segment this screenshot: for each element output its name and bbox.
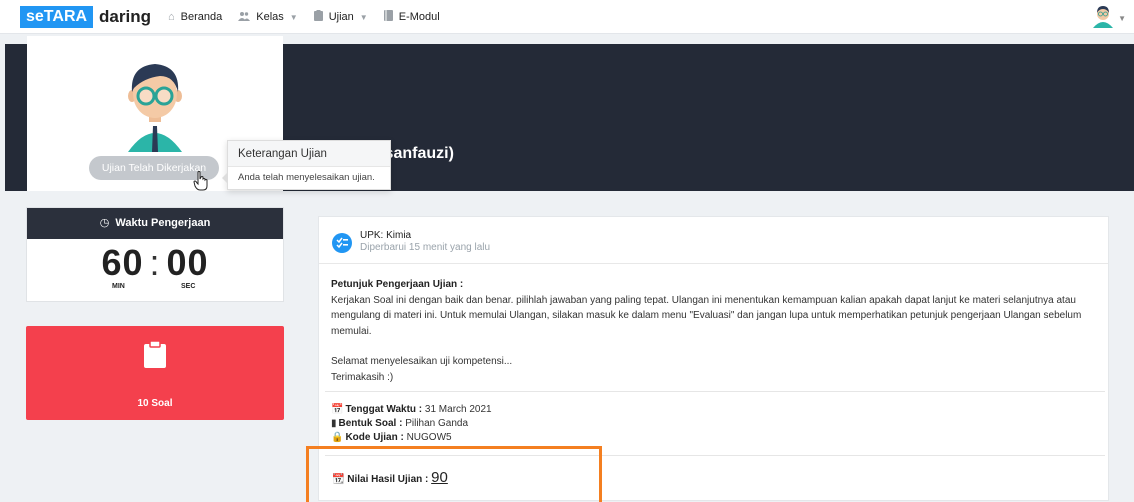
exam-card-header: UPK: Kimia Diperbarui 15 menit yang lalu [319,217,1108,264]
timer-title: Waktu Pengerjaan [115,217,211,229]
nav-item-ujian[interactable]: Ujian ▼ [313,10,368,24]
exam-updated-time: Diperbarui 15 menit yang lalu [360,242,491,253]
book-icon: ▮ [331,418,337,429]
exam-deadline: 📅 Tenggat Waktu : 31 March 2021 [331,404,492,415]
exam-title: UPK: Kimia [360,230,412,241]
logo-text: daring [99,7,151,26]
nav-item-label: Kelas [256,11,284,23]
instructions-heading: Petunjuk Pengerjaan Ujian : [331,279,464,290]
popover-body: Anda telah menyelesaikan ujian. [238,172,375,183]
nav-item-emodul[interactable]: E-Modul [383,10,440,24]
clock-icon: ◷ [99,217,110,229]
thanks-text: Terimakasih :) [331,371,394,383]
exam-info-popover: Keterangan Ujian Anda telah menyelesaika… [222,140,391,190]
popover-arrow [222,172,228,184]
calendar-icon: 📅 [331,404,344,415]
chevron-down-icon: ▼ [359,12,368,22]
timer-card: ◷ Waktu Pengerjaan 60:00 MIN SEC [26,207,284,302]
timer-display: 60:00 [101,242,209,283]
hand-cursor-icon [193,171,209,196]
timer-header: ◷ Waktu Pengerjaan [27,208,283,239]
home-icon: ⌂ [168,11,175,23]
question-count-card: 10 Soal [26,326,284,420]
users-icon [238,11,251,24]
user-menu[interactable]: ▼ [1092,4,1126,33]
clipboard-icon [143,340,167,373]
timer-seconds: 00 [166,242,209,283]
avatar [120,52,190,157]
lock-icon: 🔒 [331,432,344,443]
clipboard-icon [313,10,323,24]
chevron-down-icon: ▼ [1118,14,1126,23]
timer-minutes: 60 [101,242,144,283]
nav-item-label: E-Modul [398,11,440,23]
timer-min-label: MIN [112,283,125,290]
exam-instructions: Petunjuk Pengerjaan Ujian : Kerjakan Soa… [331,277,1101,385]
nav-item-label: Ujian [328,11,354,23]
app-logo[interactable]: seTARA daring [20,6,151,28]
nav-item-beranda[interactable]: ⌂ Beranda [168,11,222,23]
user-avatar-icon [1092,4,1114,33]
book-icon [383,10,393,24]
exam-code: 🔒 Kode Ujian : NUGOW5 [331,432,452,443]
nav-item-kelas[interactable]: Kelas ▼ [238,11,298,24]
timer-sec-label: SEC [181,283,196,290]
score-highlight-box [306,446,602,502]
greeting-text: Selamat menyelesaikan uji kompetensi... [331,356,513,367]
instructions-text: Kerjakan Soal ini dengan baik dan benar.… [331,294,1082,337]
nav-item-label: Beranda [180,11,223,23]
main-nav: ⌂ Beranda Kelas ▼ Ujian ▼ E-Modul [168,0,456,34]
chevron-down-icon: ▼ [289,12,298,22]
exam-question-type: ▮ Bentuk Soal : Pilihan Ganda [331,418,469,429]
popover-title: Keterangan Ujian [228,141,390,167]
logo-badge: seTARA [20,6,94,28]
divider [325,391,1105,392]
question-count-label: 10 Soal [137,398,173,409]
checklist-icon [332,233,352,258]
top-navbar: seTARA daring ⌂ Beranda Kelas ▼ Ujian ▼ … [0,0,1134,34]
